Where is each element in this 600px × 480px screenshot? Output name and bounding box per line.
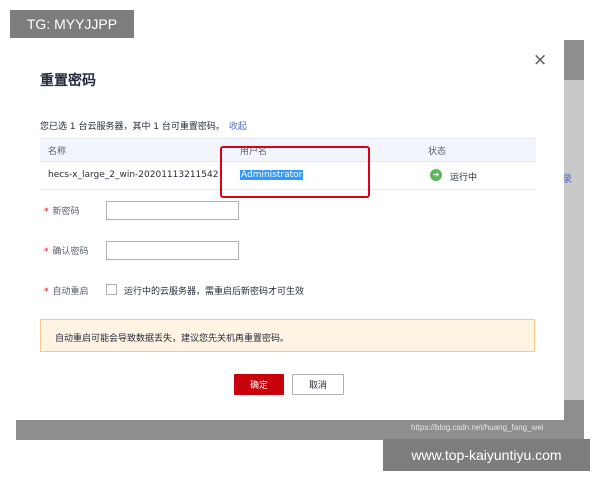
column-header-name: 名称 [48, 147, 67, 157]
selection-info-text: 您已选 1 台云服务器，其中 1 台可重置密码。 [40, 122, 225, 132]
confirm-password-input[interactable] [106, 241, 239, 260]
confirm-password-label-text: 确认密码 [52, 247, 89, 257]
confirm-button[interactable]: 确定 [234, 374, 284, 395]
new-password-label: * 新密码 [44, 204, 80, 217]
csdn-watermark: https://blog.csdn.net/huang_fang_wei [411, 423, 544, 432]
required-asterisk: * [44, 207, 49, 217]
username-highlight-box [220, 146, 370, 198]
status-text: 运行中 [450, 173, 478, 183]
server-name-cell: hecs-x_large_2_win-20201113211542 [48, 170, 219, 180]
data-loss-warning: 自动重启可能会导致数据丢失，建议您先关机再重置密码。 [40, 319, 535, 352]
close-icon[interactable]: × [533, 52, 547, 69]
auto-restart-checkbox[interactable] [106, 284, 117, 295]
confirm-password-label: * 确认密码 [44, 244, 89, 257]
required-asterisk: * [44, 247, 49, 257]
auto-restart-label: * 自动重启 [44, 284, 89, 297]
auto-restart-label-text: 自动重启 [52, 287, 89, 297]
collapse-link[interactable]: 收起 [229, 122, 247, 132]
top-left-watermark: TG: MYYJJPP [10, 10, 134, 38]
arrow-right-circle-icon: ➜ [430, 169, 442, 181]
bottom-right-watermark: www.top-kaiyuntiyu.com [383, 439, 590, 471]
new-password-input[interactable] [106, 201, 239, 220]
selection-info: 您已选 1 台云服务器，其中 1 台可重置密码。 收起 [40, 119, 247, 132]
cancel-button[interactable]: 取消 [292, 374, 344, 395]
dialog-title: 重置密码 [40, 73, 96, 89]
column-header-status: 状态 [428, 147, 447, 157]
reset-password-dialog: 重置密码 × 您已选 1 台云服务器，其中 1 台可重置密码。 收起 名称 用户名… [16, 40, 564, 420]
auto-restart-description: 运行中的云服务器，需重启后新密码才可生效 [124, 287, 305, 297]
new-password-label-text: 新密码 [52, 207, 80, 217]
warning-text: 自动重启可能会导致数据丢失，建议您先关机再重置密码。 [55, 334, 290, 344]
required-asterisk: * [44, 287, 49, 297]
